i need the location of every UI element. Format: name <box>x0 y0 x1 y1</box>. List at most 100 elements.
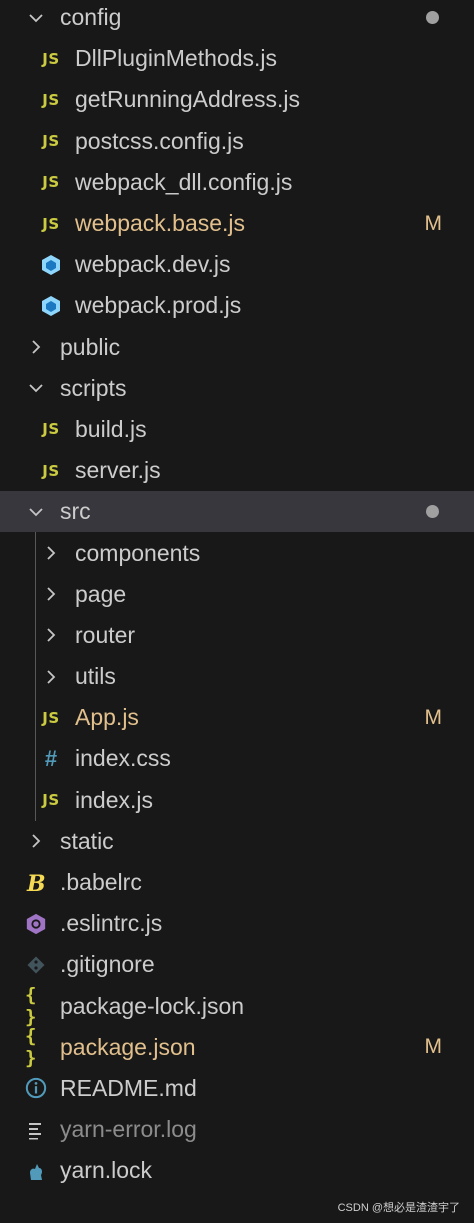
file-item-webpack-base-js[interactable]: JS webpack.base.js M <box>0 203 474 244</box>
webpack-icon <box>40 254 62 276</box>
chevron-down-icon <box>25 377 47 399</box>
javascript-file-icon: JS <box>40 48 62 70</box>
file-item-package-lock-json[interactable]: { } package-lock.json <box>0 984 474 1028</box>
babel-icon: B <box>25 872 47 894</box>
file-name: yarn.lock <box>60 1157 153 1184</box>
chevron-right-icon <box>40 583 62 605</box>
folder-name: router <box>75 621 136 648</box>
file-name: package-lock.json <box>60 992 245 1019</box>
file-name: .babelrc <box>60 869 142 896</box>
webpack-icon <box>40 295 62 317</box>
chevron-right-icon <box>40 666 62 688</box>
javascript-file-icon: JS <box>40 171 62 193</box>
js-badge-text: JS <box>42 132 60 151</box>
chevron-down-icon <box>25 501 47 523</box>
file-name: postcss.config.js <box>75 127 244 154</box>
chevron-right-icon <box>40 542 62 564</box>
file-name: App.js <box>75 704 139 731</box>
file-name: DllPluginMethods.js <box>75 45 277 72</box>
git-modified-badge: M <box>424 705 443 729</box>
js-badge-text: JS <box>42 90 60 109</box>
file-name: .gitignore <box>60 951 155 978</box>
yarn-icon <box>25 1160 47 1182</box>
file-item-build-js[interactable]: JS build.js <box>0 409 474 450</box>
file-name: webpack_dll.config.js <box>75 168 293 195</box>
javascript-file-icon: JS <box>40 418 62 440</box>
folder-name: config <box>60 4 122 31</box>
file-name: webpack.base.js <box>75 210 246 237</box>
file-name: README.md <box>60 1074 197 1101</box>
file-name: .eslintrc.js <box>60 910 163 937</box>
json-badge-text: { } <box>25 984 37 1029</box>
js-badge-text: JS <box>42 461 60 480</box>
file-item-postcss-config-js[interactable]: JS postcss.config.js <box>0 121 474 162</box>
file-item--gitignore[interactable]: .gitignore <box>0 944 474 985</box>
folder-item-config[interactable]: config <box>0 0 474 38</box>
javascript-file-icon: JS <box>40 707 62 729</box>
file-name: package.json <box>60 1033 196 1060</box>
folder-name: utils <box>75 663 116 690</box>
file-item-webpack-prod-js[interactable]: webpack.prod.js <box>0 285 474 326</box>
folder-item-scripts[interactable]: scripts <box>0 368 474 409</box>
git-modified-badge: M <box>424 211 443 235</box>
folder-name: src <box>60 498 91 525</box>
file-item-yarn-error-log[interactable]: yarn-error.log <box>0 1109 474 1150</box>
file-item-readme-md[interactable]: README.md <box>0 1068 474 1109</box>
file-item-index-css[interactable]: # index.css <box>0 738 474 779</box>
css-file-icon: # <box>40 746 62 771</box>
javascript-file-icon: JS <box>40 130 62 152</box>
file-item-package-json[interactable]: { } package.json M <box>0 1025 474 1069</box>
file-name: build.js <box>75 415 147 442</box>
folder-item-public[interactable]: public <box>0 327 474 368</box>
folder-name: page <box>75 580 127 607</box>
file-item-app-js[interactable]: JS App.js M <box>0 697 474 738</box>
folder-name: public <box>60 333 121 360</box>
folder-name: scripts <box>60 374 127 401</box>
javascript-file-icon: JS <box>40 89 62 111</box>
folder-item-src[interactable]: src <box>0 491 474 533</box>
log-file-icon <box>25 1119 47 1141</box>
watermark: CSDN @想必是渣渣宇了 <box>337 1202 460 1214</box>
eslint-icon <box>25 913 47 935</box>
indent-guide <box>35 532 36 821</box>
chevron-right-icon <box>40 624 62 646</box>
file-item--eslintrc-js[interactable]: .eslintrc.js <box>0 903 474 944</box>
modified-contents-dot <box>426 505 439 519</box>
file-name: getRunningAddress.js <box>75 86 301 113</box>
js-badge-text: JS <box>42 173 60 192</box>
json-file-icon: { } <box>25 1025 47 1069</box>
chevron-down-icon <box>25 7 47 29</box>
chevron-right-icon <box>25 336 47 358</box>
folder-item-router[interactable]: router <box>0 615 474 656</box>
svg-text:B: B <box>26 872 46 894</box>
json-file-icon: { } <box>25 984 47 1028</box>
file-item-dllpluginmethods-js[interactable]: JS DllPluginMethods.js <box>0 38 474 79</box>
js-badge-text: JS <box>42 708 60 727</box>
json-badge-text: { } <box>25 1025 37 1070</box>
js-badge-text: JS <box>42 791 60 810</box>
folder-item-utils[interactable]: utils <box>0 656 474 697</box>
javascript-file-icon: JS <box>40 789 62 811</box>
file-explorer-tree: config JS DllPluginMethods.js JS getRunningA… <box>0 0 474 1191</box>
file-item-webpack-dev-js[interactable]: webpack.dev.js <box>0 244 474 285</box>
file-item-index-js[interactable]: JS index.js <box>0 780 474 821</box>
js-badge-text: JS <box>42 49 60 68</box>
file-name: webpack.dev.js <box>75 251 231 278</box>
file-item--babelrc[interactable]: B .babelrc <box>0 862 474 903</box>
file-name: server.js <box>75 457 161 484</box>
file-name: webpack.prod.js <box>75 292 242 319</box>
file-item-yarn-lock[interactable]: yarn.lock <box>0 1150 474 1191</box>
chevron-right-icon <box>25 830 47 852</box>
folder-item-page[interactable]: page <box>0 574 474 615</box>
git-icon <box>25 954 47 976</box>
modified-contents-dot <box>426 11 439 25</box>
file-item-server-js[interactable]: JS server.js <box>0 450 474 491</box>
folder-item-static[interactable]: static <box>0 821 474 862</box>
file-name: yarn-error.log <box>60 1116 197 1143</box>
folder-name: components <box>75 539 201 566</box>
file-item-getrunningaddress-js[interactable]: JS getRunningAddress.js <box>0 79 474 120</box>
js-badge-text: JS <box>42 214 60 233</box>
folder-item-components[interactable]: components <box>0 532 474 573</box>
js-badge-text: JS <box>42 420 60 439</box>
file-item-webpack-dll-config-js[interactable]: JS webpack_dll.config.js <box>0 162 474 203</box>
